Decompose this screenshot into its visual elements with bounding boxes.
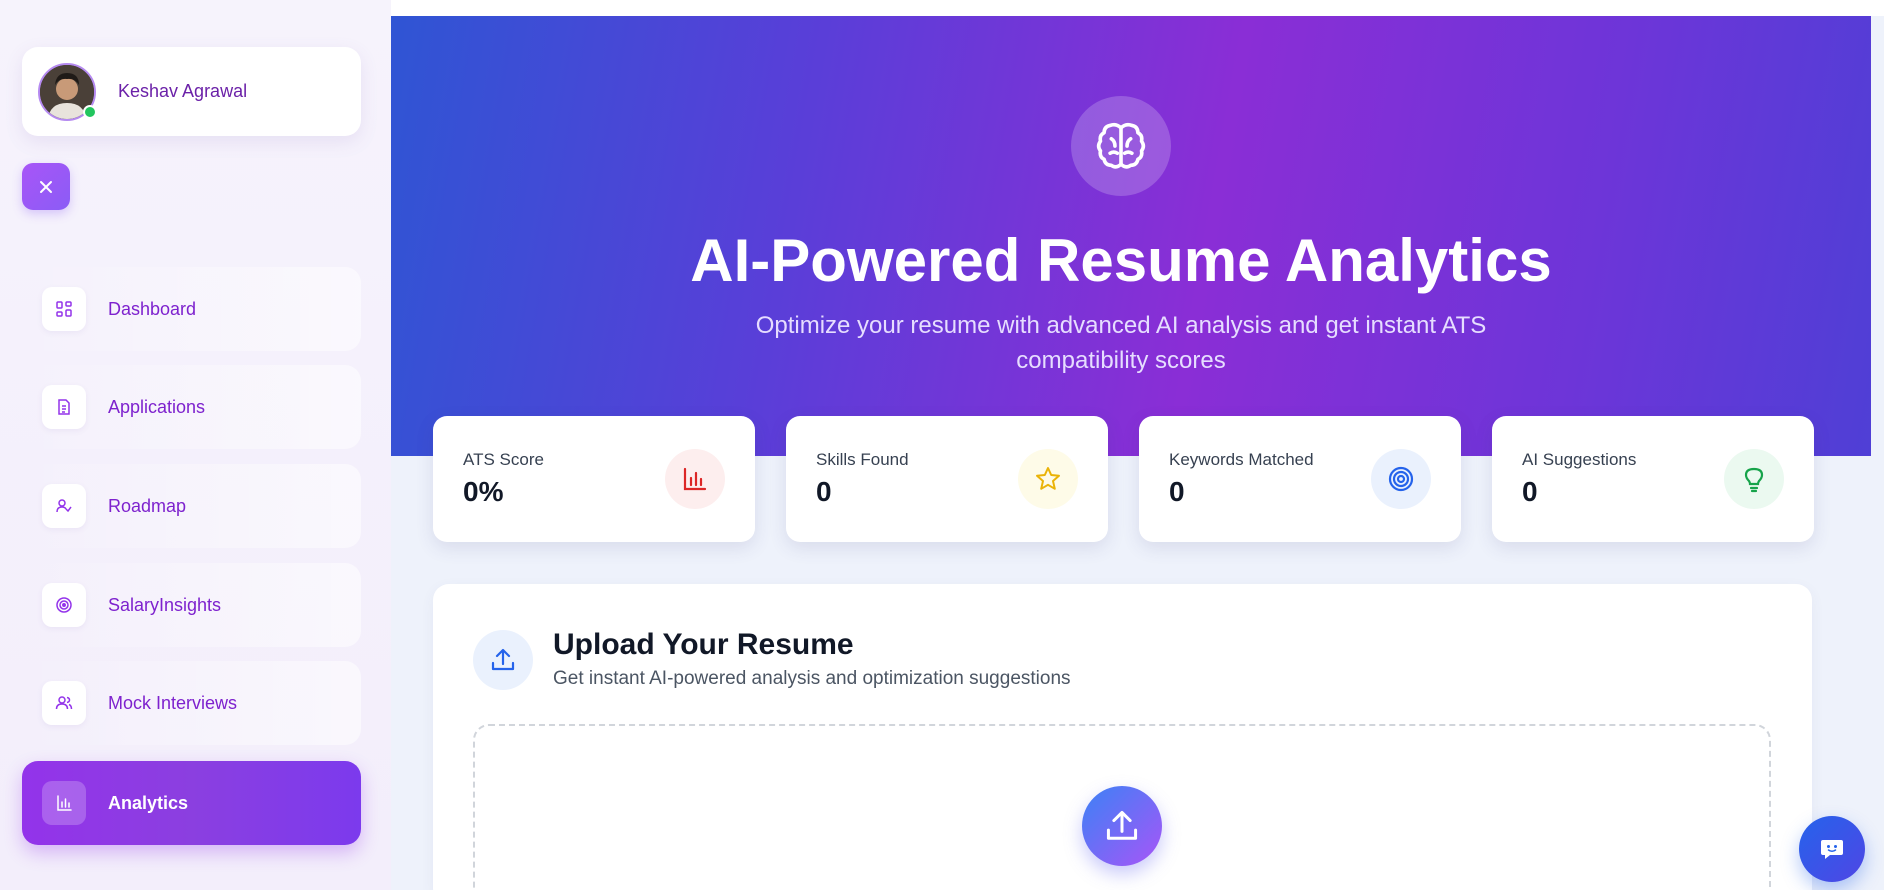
- stat-value: 0: [816, 476, 832, 507]
- grid-icon: [42, 287, 86, 331]
- brain-icon: [1071, 96, 1171, 196]
- close-sidebar-button[interactable]: [22, 163, 70, 210]
- sidebar-item-applications[interactable]: Applications: [22, 365, 361, 449]
- sidebar-item-salaryinsights[interactable]: SalaryInsights: [22, 563, 361, 647]
- user-profile-card[interactable]: Keshav Agrawal: [22, 47, 361, 136]
- hero-banner: AI-Powered Resume Analytics Optimize you…: [391, 16, 1871, 456]
- sidebar-item-label: Analytics: [108, 792, 189, 813]
- sidebar-item-label: Dashboard: [108, 298, 197, 319]
- stat-card-keywords-matched: Keywords Matched 0: [1139, 416, 1461, 542]
- upload-icon[interactable]: [1082, 786, 1162, 866]
- chat-bot-icon: [1821, 840, 1843, 859]
- sidebar-item-label: SalaryInsights: [108, 594, 222, 615]
- lightbulb-icon: [1724, 449, 1784, 509]
- upload-resume-card: Upload Your Resume Get instant AI-powere…: [433, 584, 1812, 890]
- upload-icon: [473, 630, 533, 690]
- resume-dropzone[interactable]: [473, 724, 1771, 890]
- sidebar-item-label: Applications: [108, 396, 206, 417]
- sidebar-item-mock-interviews[interactable]: Mock Interviews: [22, 661, 361, 745]
- stat-card-ai-suggestions: AI Suggestions 0: [1492, 416, 1814, 542]
- main-content: AI-Powered Resume Analytics Optimize you…: [391, 0, 1884, 890]
- user-name: Keshav Agrawal: [118, 81, 248, 101]
- stat-value: 0%: [463, 476, 504, 507]
- stat-value: 0: [1169, 476, 1185, 507]
- target-icon: [1371, 449, 1431, 509]
- page-title: AI-Powered Resume Analytics: [690, 227, 1552, 294]
- sidebar: Keshav Agrawal Dashboard Applications Ro…: [0, 0, 391, 890]
- star-icon: [1018, 449, 1078, 509]
- upload-subtitle: Get instant AI-powered analysis and opti…: [553, 668, 1071, 689]
- stat-value: 0: [1522, 476, 1538, 507]
- sidebar-item-label: Roadmap: [108, 495, 187, 516]
- sidebar-item-roadmap[interactable]: Roadmap: [22, 464, 361, 548]
- stat-card-ats-score: ATS Score 0%: [433, 416, 755, 542]
- stat-label: ATS Score: [463, 450, 544, 469]
- bar-chart-icon: [42, 781, 86, 825]
- avatar: [38, 62, 97, 121]
- document-icon: [42, 385, 86, 429]
- x-icon: [40, 180, 52, 193]
- online-status-dot: [83, 104, 97, 119]
- chat-bot-button[interactable]: [1799, 816, 1865, 882]
- stat-label: Keywords Matched: [1169, 450, 1314, 469]
- upload-title: Upload Your Resume: [553, 628, 854, 661]
- sidebar-item-label: Mock Interviews: [108, 692, 238, 713]
- sidebar-item-dashboard[interactable]: Dashboard: [22, 267, 361, 351]
- users-icon: [42, 681, 86, 725]
- stat-label: AI Suggestions: [1522, 450, 1637, 469]
- page-subtitle: Optimize your resume with advanced AI an…: [755, 312, 1487, 374]
- user-check-icon: [42, 484, 86, 528]
- top-strip: [391, 0, 1884, 16]
- stat-card-skills-found: Skills Found 0: [786, 416, 1108, 542]
- stat-label: Skills Found: [816, 450, 909, 469]
- bar-chart-icon: [665, 449, 725, 509]
- sidebar-item-analytics[interactable]: Analytics: [22, 761, 361, 845]
- target-icon: [42, 583, 86, 627]
